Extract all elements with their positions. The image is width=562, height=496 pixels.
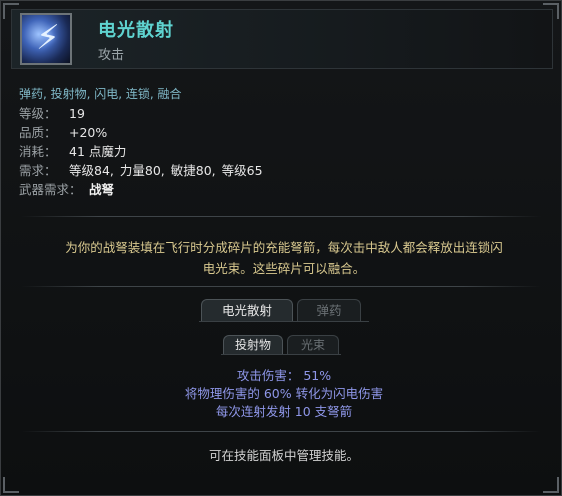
tab-ammo[interactable]: 弹药 xyxy=(297,299,361,322)
lightning-bolt-icon: ⚡ xyxy=(36,18,60,58)
skill-tooltip: ⚡ 电光散射 攻击 弹药, 投射物, 闪电, 连锁, 融合 等级： 19 品质： +… xyxy=(0,0,562,496)
skill-tags: 弹药, 投射物, 闪电, 连锁, 融合 xyxy=(19,87,182,101)
tab-skill[interactable]: 电光散射 xyxy=(201,299,293,322)
stat-value: +20% xyxy=(69,125,108,140)
divider xyxy=(21,216,541,217)
detail-line: 将物理伤害的 60% 转化为闪电伤害 xyxy=(184,386,384,401)
skill-details: 攻击伤害： 51% 将物理伤害的 60% 转化为闪电伤害 每次连射发射 10 支… xyxy=(101,367,467,421)
skill-type: 攻击 xyxy=(98,48,125,63)
requirement-item: 力量80, xyxy=(119,163,165,178)
stat-label: 武器需求： xyxy=(19,182,82,197)
tooltip-header: ⚡ 电光散射 攻击 xyxy=(11,9,553,69)
tab-underline xyxy=(199,321,369,322)
stat-label: 品质： xyxy=(19,125,57,140)
stat-requirements: 需求： 等级84, 力量80, 敏捷80, 等级65 xyxy=(19,161,269,180)
requirement-item: 敏捷80, xyxy=(170,163,216,178)
description-line: 为你的战弩装填在飞行时分成碎片的充能弩箭，每次击中敌人都会释放出连锁闪 xyxy=(65,240,503,255)
divider xyxy=(21,431,541,432)
stat-quality: 品质： +20% xyxy=(19,123,269,142)
manage-hint: 可在技能面板中管理技能。 xyxy=(208,448,359,463)
divider xyxy=(21,286,541,287)
stat-value: 19 xyxy=(69,106,85,121)
detail-line: 攻击伤害： 51% xyxy=(236,368,332,383)
requirement-item: 等级65 xyxy=(221,163,263,178)
stat-weapon: 武器需求： 战弩 xyxy=(19,180,269,199)
frame-corner xyxy=(3,477,19,493)
description-line: 电光束。这些碎片可以融合。 xyxy=(202,261,366,276)
tab-projectile[interactable]: 投射物 xyxy=(223,335,283,355)
detail-line: 每次连射发射 10 支弩箭 xyxy=(215,404,353,419)
stat-label: 等级： xyxy=(19,106,57,121)
stat-label: 消耗： xyxy=(19,144,57,159)
stat-value: 41 点魔力 xyxy=(69,144,127,159)
tab-beam[interactable]: 光束 xyxy=(287,335,339,355)
stat-cost: 消耗： 41 点魔力 xyxy=(19,142,269,161)
stats-block: 等级： 19 品质： +20% 消耗： 41 点魔力 需求： 等级84, 力量80, 敏捷8… xyxy=(19,104,269,199)
skill-description: 为你的战弩装填在飞行时分成碎片的充能弩箭，每次击中敌人都会释放出连锁闪 电光束。… xyxy=(41,237,527,279)
lightning-crossbow-icon: ⚡ xyxy=(20,13,72,65)
skill-name: 电光散射 xyxy=(98,20,174,41)
requirement-item: 等级84, xyxy=(69,163,114,178)
stat-label: 需求： xyxy=(19,163,57,178)
tab-underline xyxy=(221,354,341,355)
stat-value: 战弩 xyxy=(89,182,115,197)
stat-level: 等级： 19 xyxy=(19,104,269,123)
frame-corner xyxy=(543,477,559,493)
